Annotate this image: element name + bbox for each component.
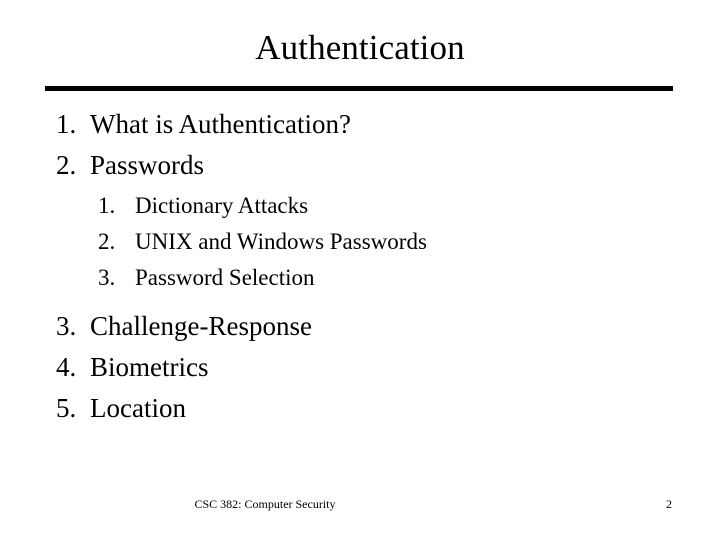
list-item[interactable]: 3. Challenge-Response [0, 306, 720, 347]
slide-canvas: Authentication 1. What is Authentication… [0, 0, 720, 540]
list-item[interactable]: 5. Location [0, 388, 720, 429]
sub-list-item[interactable]: 1. Dictionary Attacks [90, 188, 720, 224]
list-item-label: Location [90, 393, 186, 423]
list-item-number: 3. [56, 311, 77, 341]
sub-list-item[interactable]: 2. UNIX and Windows Passwords [90, 224, 720, 260]
outline-level2-list: 1. Dictionary Attacks 2. UNIX and Window… [90, 188, 720, 296]
list-item-number: 1. [56, 109, 77, 139]
sub-list-item-number: 3. [98, 265, 116, 290]
outline-body: 1. What is Authentication? 2. Passwords … [0, 104, 720, 429]
page-number: 2 [666, 497, 672, 511]
page-title: Authentication [255, 28, 465, 67]
list-item-number: 5. [56, 393, 77, 423]
footer-course-label: CSC 382: Computer Security [194, 497, 336, 511]
sub-list-item-label: Dictionary Attacks [135, 193, 309, 218]
outline-level1-list: 1. What is Authentication? 2. Passwords … [0, 104, 720, 429]
list-item-number: 4. [56, 352, 77, 382]
sub-list-item-label: UNIX and Windows Passwords [135, 229, 427, 254]
sub-list-item-number: 2. [98, 229, 116, 254]
sub-list-item[interactable]: 3. Password Selection [90, 260, 720, 296]
sub-list-item-number: 1. [98, 193, 116, 218]
list-item-label: Challenge-Response [90, 311, 312, 341]
title-divider [45, 86, 673, 91]
sub-list-item-label: Password Selection [135, 265, 315, 290]
list-item[interactable]: 2. Passwords 1. Dictionary Attacks 2. UN… [0, 145, 720, 296]
list-item-number: 2. [56, 150, 77, 180]
list-item-label: What is Authentication? [90, 109, 351, 139]
list-item[interactable]: 4. Biometrics [0, 347, 720, 388]
list-item-label: Biometrics [90, 352, 209, 382]
list-item-label: Passwords [90, 150, 205, 180]
list-item[interactable]: 1. What is Authentication? [0, 104, 720, 145]
